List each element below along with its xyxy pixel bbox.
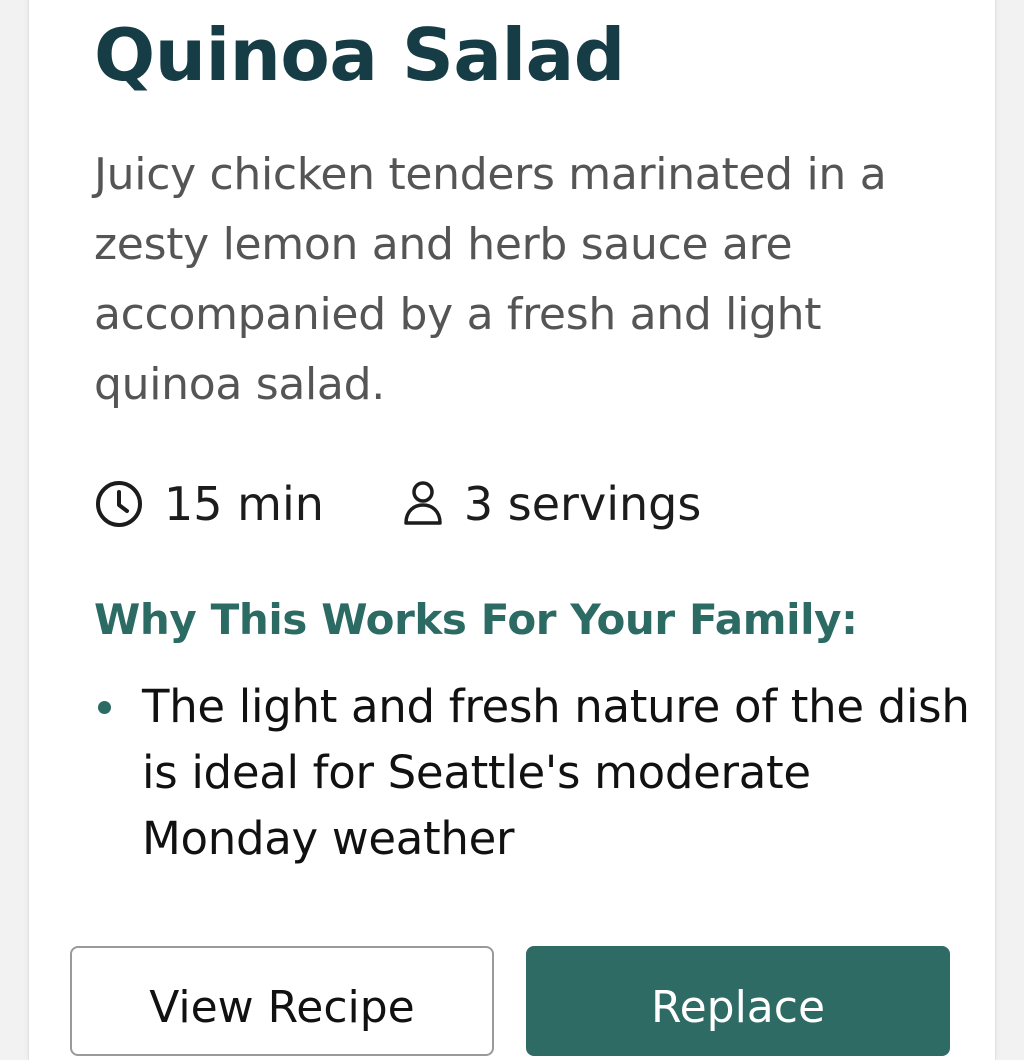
list-item: The light and fresh nature of the dish i… [94, 674, 974, 872]
reasons-list: The light and fresh nature of the dish i… [94, 674, 974, 872]
bullet-icon [98, 701, 111, 714]
view-recipe-label: View Recipe [149, 982, 415, 1033]
prep-time: 15 min [94, 477, 324, 531]
servings: 3 servings [402, 477, 701, 531]
recipe-meta: 15 min 3 servings [94, 472, 701, 536]
recipe-title: Quinoa Salad [94, 13, 625, 97]
recipe-description: Juicy chicken tenders marinated in a zes… [94, 149, 887, 410]
reason-text: The light and fresh nature of the dish i… [142, 680, 970, 865]
servings-value: 3 servings [463, 477, 702, 531]
replace-label: Replace [650, 982, 826, 1033]
person-icon [402, 479, 444, 529]
clock-icon [94, 479, 144, 529]
why-heading: Why This Works For Your Family: [94, 595, 858, 644]
prep-time-value: 15 min [164, 477, 324, 531]
replace-button[interactable]: Replace [526, 946, 950, 1056]
view-recipe-button[interactable]: View Recipe [70, 946, 494, 1056]
